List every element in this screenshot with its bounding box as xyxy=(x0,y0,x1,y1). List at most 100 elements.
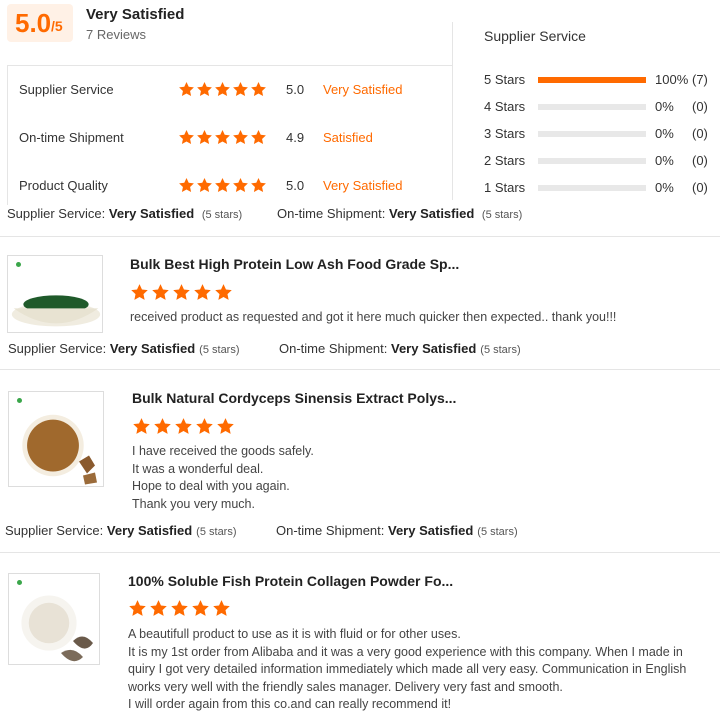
distribution-percent: 0% xyxy=(655,180,674,195)
on-time-shipment-label: On-time Shipment: xyxy=(276,523,388,538)
on-time-shipment-label: On-time Shipment: xyxy=(279,341,391,356)
summary-supplier-service: Supplier Service: Very Satisfied (5 star… xyxy=(7,206,243,221)
distribution-count: (0) xyxy=(692,99,708,114)
star-icon xyxy=(233,82,248,97)
distribution-count: (0) xyxy=(692,180,708,195)
distribution-bar xyxy=(538,104,646,110)
distribution-percent: 0% xyxy=(655,99,674,114)
review-card: 100% Soluble Fish Protein Collagen Powde… xyxy=(0,553,720,715)
star-icon xyxy=(179,178,194,193)
star-icon xyxy=(213,600,230,616)
product-title[interactable]: 100% Soluble Fish Protein Collagen Powde… xyxy=(128,573,453,589)
distribution-bar-fill xyxy=(538,77,646,83)
star-icon xyxy=(215,178,230,193)
on-time-shipment-value: Very Satisfied xyxy=(388,523,474,538)
review-text-line: Thank you very much. xyxy=(132,496,255,511)
overall-score: 5.0 xyxy=(15,8,52,38)
supplier-service: Supplier Service: Very Satisfied (5 stars… xyxy=(5,523,237,538)
product-image xyxy=(7,255,103,333)
star-icon xyxy=(233,178,248,193)
star-icon xyxy=(215,284,232,300)
review-card: Bulk Natural Cordyceps Sinensis Extract … xyxy=(0,371,720,553)
review-text: I have received the goods safely. It was … xyxy=(132,443,718,513)
star-rating xyxy=(132,417,235,436)
review-text-line: quiry I got very detailed information im… xyxy=(128,662,687,676)
star-rating xyxy=(178,81,267,98)
star-icon xyxy=(133,418,150,434)
supplier-service-value: Very Satisfied xyxy=(106,523,193,538)
metric-score: 5.0 xyxy=(286,178,305,193)
review-text-line: received product as requested and got it… xyxy=(130,310,617,324)
supplier-service-stars: (5 stars) xyxy=(196,526,237,538)
metric-rating-text: Very Satisfied xyxy=(323,82,403,97)
star-icon xyxy=(175,418,192,434)
star-icon xyxy=(215,130,230,145)
review-text-line: I will order again from this co.and can … xyxy=(128,697,452,711)
summary-on-time-shipment: On-time Shipment: Very Satisfied (5 star… xyxy=(277,206,523,221)
metric-label: Product Quality xyxy=(19,178,108,193)
product-image xyxy=(8,573,100,665)
review-card: Bulk Best High Protein Low Ash Food Grad… xyxy=(0,237,720,370)
star-icon xyxy=(217,418,234,434)
star-icon xyxy=(251,178,266,193)
supplier-service-value: Very Satisfied xyxy=(109,341,196,356)
star-rating xyxy=(178,177,267,194)
distribution-label: 3 Stars xyxy=(484,126,526,141)
distribution-bar xyxy=(538,77,646,83)
on-time-shipment-value: Very Satisfied xyxy=(391,341,477,356)
review-text: received product as requested and got it… xyxy=(130,309,718,327)
product-photo xyxy=(11,295,101,327)
star-icon xyxy=(173,284,190,300)
star-rating xyxy=(128,599,231,618)
review-text: A beautifull product to use as it is wit… xyxy=(128,626,718,714)
divider xyxy=(0,369,720,370)
star-rating xyxy=(130,283,233,302)
metric-score: 4.9 xyxy=(286,130,305,145)
divider xyxy=(452,22,453,200)
star-icon xyxy=(196,418,213,434)
star-icon xyxy=(171,600,188,616)
review-text-line: It was a wonderful deal. xyxy=(132,461,264,476)
on-time-shipment: On-time Shipment: Very Satisfied (5 stars… xyxy=(276,523,518,538)
star-icon xyxy=(192,600,209,616)
metric-label: On-time Shipment xyxy=(19,130,124,145)
distribution-percent: 0% xyxy=(655,153,674,168)
star-icon xyxy=(150,600,167,616)
distribution-percent: 0% xyxy=(655,126,674,141)
star-icon xyxy=(197,82,212,97)
metric-label: Supplier Service xyxy=(19,82,114,97)
star-icon xyxy=(197,178,212,193)
supplier-service-stars: (5 stars) xyxy=(199,344,240,356)
star-icon xyxy=(152,284,169,300)
supplier-service-label: Supplier Service: xyxy=(8,341,110,356)
distribution-label: 1 Stars xyxy=(484,180,526,195)
on-time-shipment: On-time Shipment: Very Satisfied (5 stars… xyxy=(279,341,521,356)
star-icon xyxy=(129,600,146,616)
review-text-line: works very well with the friendly sales … xyxy=(128,679,563,694)
star-icon xyxy=(251,130,266,145)
metric-score: 5.0 xyxy=(286,82,305,97)
distribution-label: 2 Stars xyxy=(484,153,526,168)
review-count: 7 Reviews xyxy=(86,27,146,42)
overall-label: Very Satisfied xyxy=(86,6,185,23)
supplier-service: Supplier Service: Very Satisfied (5 stars… xyxy=(8,341,240,356)
distribution-bar xyxy=(538,185,646,191)
review-text-line: A beautifull product to use as it is wit… xyxy=(128,627,461,641)
star-icon xyxy=(194,284,211,300)
distribution-count: (0) xyxy=(692,126,708,141)
star-rating xyxy=(178,129,267,146)
star-icon xyxy=(197,130,212,145)
metric-rating-text: Very Satisfied xyxy=(323,178,403,193)
product-title[interactable]: Bulk Natural Cordyceps Sinensis Extract … xyxy=(132,390,456,406)
on-time-shipment-stars: (5 stars) xyxy=(480,344,521,356)
product-title[interactable]: Bulk Best High Protein Low Ash Food Grad… xyxy=(130,256,459,272)
review-text-line: I have received the goods safely. xyxy=(132,444,314,458)
distribution-bar xyxy=(538,158,646,164)
supplier-service-label: Supplier Service: xyxy=(5,523,107,538)
product-photo xyxy=(21,595,93,662)
product-image xyxy=(8,391,104,487)
product-photo xyxy=(22,414,97,485)
review-text-line: It is my 1st order from Alibaba and it w… xyxy=(128,644,683,659)
star-icon xyxy=(251,82,266,97)
star-icon xyxy=(131,284,148,300)
